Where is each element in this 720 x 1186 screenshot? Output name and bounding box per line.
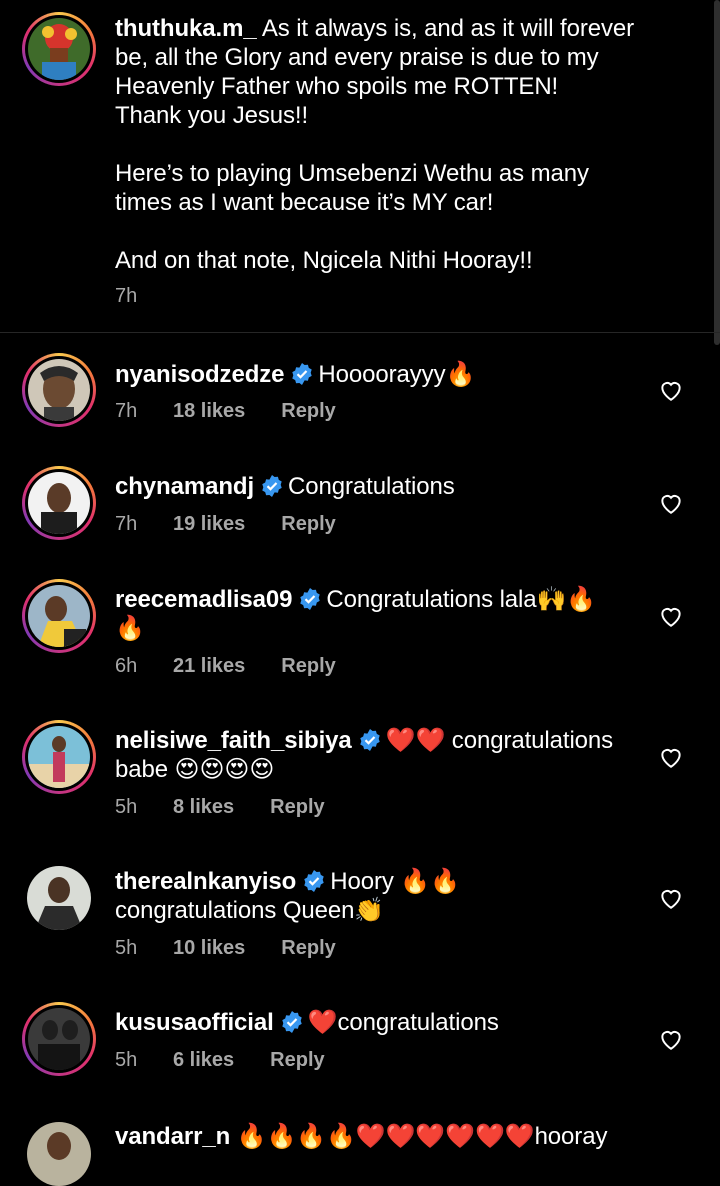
comment-text-continued: 🔥 — [115, 615, 145, 642]
avatar[interactable] — [27, 866, 91, 930]
reply-button[interactable]: Reply — [270, 796, 324, 819]
comment-time: 7h — [115, 513, 138, 535]
likes-count[interactable]: 19 likes — [173, 513, 245, 536]
comment-time: 7h — [115, 400, 138, 422]
comment-text: Hoory 🔥🔥 — [330, 868, 460, 895]
comment-text: Hoooorayyy🔥 — [318, 361, 476, 388]
reply-button[interactable]: Reply — [281, 655, 335, 678]
reply-button[interactable]: Reply — [281, 400, 335, 423]
caption-line: Thank you Jesus!! — [115, 102, 309, 129]
likes-count[interactable]: 8 likes — [173, 796, 234, 819]
heart-outline-icon[interactable] — [658, 378, 684, 402]
heart-outline-icon[interactable] — [658, 491, 684, 515]
likes-count[interactable]: 6 likes — [173, 1049, 234, 1072]
avatar[interactable] — [22, 466, 96, 540]
caption-timestamp: 7h — [115, 285, 138, 307]
caption-line: As it always is, and as it will forever — [261, 15, 635, 42]
likes-count[interactable]: 10 likes — [173, 937, 245, 960]
verified-badge-icon — [280, 1010, 304, 1034]
comment-username[interactable]: chynamandj — [115, 473, 254, 500]
comment-text: Congratulations — [288, 473, 455, 500]
comment-text: Congratulations lala🙌🔥 — [326, 586, 597, 613]
avatar[interactable] — [27, 1122, 91, 1186]
verified-badge-icon — [302, 869, 326, 893]
verified-badge-icon — [358, 728, 382, 752]
caption-line: Here’s to playing Umsebenzi Wethu as man… — [115, 160, 589, 187]
reply-button[interactable]: Reply — [281, 513, 335, 536]
comment-text-continued: babe 😍😍😍😍 — [115, 756, 275, 783]
heart-outline-icon[interactable] — [658, 1027, 684, 1051]
avatar[interactable] — [22, 579, 96, 653]
caption-author-avatar[interactable] — [22, 12, 96, 86]
avatar[interactable] — [22, 353, 96, 427]
comment-text: ❤️❤️ congratulations — [385, 727, 614, 754]
comment-username[interactable]: reecemadlisa09 — [115, 586, 293, 613]
avatar[interactable] — [22, 1002, 96, 1076]
caption-text: thuthuka.m_ As it always is, and as it w… — [115, 14, 634, 275]
verified-badge-icon — [260, 474, 284, 498]
heart-outline-icon[interactable] — [658, 745, 684, 769]
likes-count[interactable]: 21 likes — [173, 655, 245, 678]
caption-line: times as I want because it’s MY car! — [115, 189, 494, 216]
comment-text-continued: congratulations Queen👏 — [115, 897, 385, 924]
comment-time: 6h — [115, 655, 138, 677]
caption-line: Heavenly Father who spoils me ROTTEN! — [115, 73, 559, 100]
comment-username[interactable]: kususaofficial — [115, 1009, 274, 1036]
comment-time: 5h — [115, 796, 138, 818]
caption-line: be, all the Glory and every praise is du… — [115, 44, 599, 71]
caption-line: And on that note, Ngicela Nithi Hooray!! — [115, 247, 533, 274]
heart-outline-icon[interactable] — [658, 886, 684, 910]
heart-outline-icon[interactable] — [658, 604, 684, 628]
comment-time: 5h — [115, 937, 138, 959]
comment-username[interactable]: nelisiwe_faith_sibiya — [115, 727, 352, 754]
comment-username[interactable]: therealnkanyiso — [115, 868, 296, 895]
comment-username[interactable]: vandarr_n — [115, 1123, 230, 1150]
likes-count[interactable]: 18 likes — [173, 400, 245, 423]
comment-text: 🔥🔥🔥🔥❤️❤️❤️❤️❤️❤️hooray — [236, 1123, 608, 1150]
avatar[interactable] — [22, 720, 96, 794]
comment-time: 5h — [115, 1049, 138, 1071]
verified-badge-icon — [290, 362, 314, 386]
caption-username[interactable]: thuthuka.m_ — [115, 15, 257, 42]
reply-button[interactable]: Reply — [281, 937, 335, 960]
comment-text: ❤️congratulations — [307, 1009, 499, 1036]
reply-button[interactable]: Reply — [270, 1049, 324, 1072]
comment-username[interactable]: nyanisodzedze — [115, 361, 285, 388]
verified-badge-icon — [298, 587, 322, 611]
post-caption: thuthuka.m_ As it always is, and as it w… — [0, 0, 720, 333]
